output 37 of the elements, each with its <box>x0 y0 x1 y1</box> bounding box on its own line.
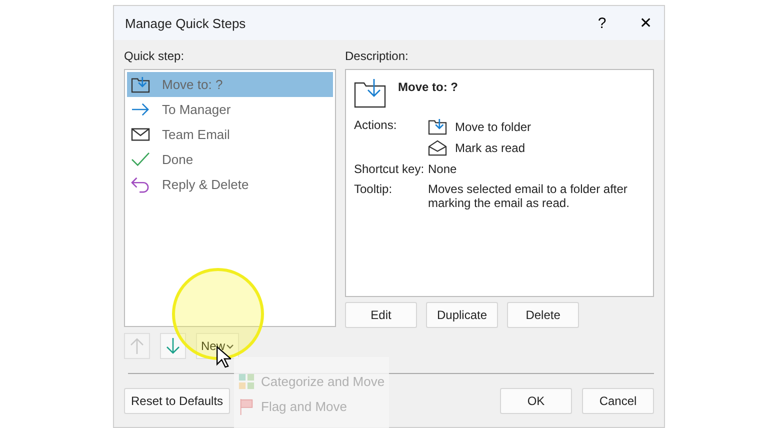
category-grid-icon <box>238 373 255 390</box>
folder-arrow-icon <box>354 78 386 108</box>
arrow-up-icon <box>130 337 144 355</box>
envelope-icon <box>131 126 150 143</box>
cancel-button[interactable]: Cancel <box>582 388 654 414</box>
tooltip-text: Moves selected email to a folder after marking the email as read. <box>428 182 628 210</box>
quick-step-item[interactable]: Reply & Delete <box>127 172 333 197</box>
folder-arrow-icon <box>131 76 150 93</box>
quick-step-item[interactable]: Team Email <box>127 122 333 147</box>
action-text: Move to folder <box>455 120 532 134</box>
actions-label: Actions: <box>354 118 398 132</box>
caret-icon <box>226 344 234 348</box>
reset-to-defaults-button[interactable]: Reset to Defaults <box>124 388 230 414</box>
help-button[interactable]: ? <box>584 14 620 32</box>
ok-button[interactable]: OK <box>500 388 572 414</box>
description-label: Description: <box>345 48 410 65</box>
description-button[interactable]: Duplicate <box>426 302 498 328</box>
description-button[interactable]: Edit <box>345 302 417 328</box>
flag-icon <box>238 398 255 415</box>
checkmark-icon <box>131 151 150 168</box>
tooltip-label: Tooltip: <box>354 182 394 196</box>
shortcut-key-value: None <box>428 162 458 176</box>
quick-step-title: Move to: ? <box>398 80 458 94</box>
window-title: Manage Quick Steps <box>125 16 247 30</box>
move-down-button[interactable] <box>160 333 186 359</box>
quick-step-label: Quick step: <box>124 48 186 65</box>
quick-step-item[interactable]: To Manager <box>127 97 333 122</box>
shortcut-key-label: Shortcut key: <box>354 162 426 176</box>
arrow-right-icon <box>131 101 150 118</box>
open-envelope-icon <box>428 139 447 156</box>
close-button[interactable]: ✕ <box>628 13 664 33</box>
description-button[interactable]: Delete <box>507 302 580 328</box>
folder-arrow-icon <box>428 118 447 135</box>
quick-step-item[interactable]: Done <box>127 147 333 172</box>
action-text: Mark as read <box>455 140 526 154</box>
reply-arrow-icon <box>131 176 150 193</box>
arrow-down-icon <box>166 337 180 355</box>
